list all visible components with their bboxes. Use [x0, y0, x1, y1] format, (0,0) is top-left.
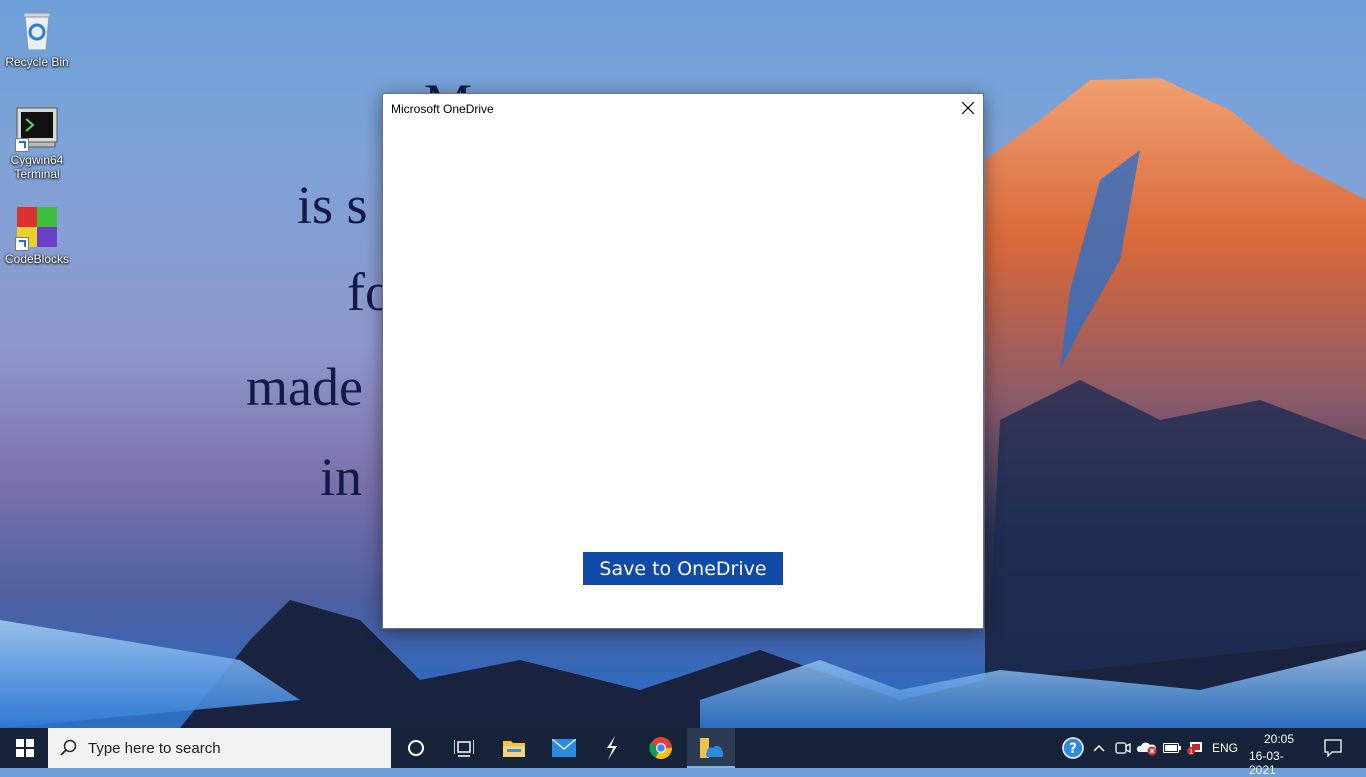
- onedrive-explorer-icon: [700, 738, 723, 758]
- tray-show-hidden-button[interactable]: [1090, 728, 1108, 768]
- close-button[interactable]: [953, 94, 983, 122]
- wallpaper-quote-4: made: [246, 357, 363, 417]
- desktop-icon-cygwin[interactable]: Cygwin64 Terminal: [0, 106, 74, 181]
- desktop-icon-recycle-bin[interactable]: Recycle Bin: [0, 8, 74, 69]
- wallpaper-quote-5: in: [320, 447, 363, 507]
- dialog-title: Microsoft OneDrive: [391, 102, 494, 116]
- start-button[interactable]: [0, 728, 48, 768]
- clock-date: 16-03-2021: [1249, 749, 1284, 777]
- onedrive-dialog: Microsoft OneDrive Save to OneDrive: [382, 93, 984, 629]
- codeblocks-label: CodeBlocks: [4, 252, 70, 266]
- shortcut-arrow-icon: [15, 138, 29, 152]
- file-explorer-button[interactable]: [490, 728, 538, 768]
- windows-logo-icon: [16, 739, 34, 757]
- chrome-icon: [649, 737, 672, 759]
- tray-help-icon[interactable]: ?: [1060, 728, 1086, 768]
- red-app-icon: 1: [1187, 742, 1202, 756]
- cortana-icon: [408, 740, 424, 756]
- recycle-bin-icon: [15, 8, 59, 52]
- action-center-button[interactable]: [1318, 728, 1348, 768]
- mail-button[interactable]: [540, 728, 588, 768]
- onedrive-error-icon: [1136, 742, 1157, 756]
- svg-text:1: 1: [1189, 748, 1193, 756]
- cortana-button[interactable]: [392, 728, 440, 768]
- mail-icon: [552, 739, 576, 757]
- taskbar-search-box[interactable]: Type here to search: [48, 728, 391, 768]
- search-icon: [60, 739, 77, 756]
- desktop-icon-codeblocks[interactable]: CodeBlocks: [0, 205, 74, 266]
- onedrive-explorer-button[interactable]: [687, 728, 735, 768]
- taskbar: Type here to search ? 1 ENG 20:05 16-03-…: [0, 728, 1366, 777]
- help-icon: ?: [1062, 737, 1084, 759]
- chrome-button[interactable]: [637, 728, 685, 768]
- clock-time: 20:05: [1264, 732, 1295, 746]
- wallpaper-quote-2: is s: [297, 175, 368, 235]
- file-explorer-icon: [503, 741, 525, 757]
- app-s-button[interactable]: [588, 728, 636, 768]
- battery-icon: [1163, 743, 1181, 753]
- tray-onedrive-icon[interactable]: [1136, 728, 1158, 768]
- tray-clock[interactable]: 20:05 16-03-2021: [1244, 728, 1308, 777]
- svg-text:?: ?: [1069, 741, 1077, 757]
- tray-battery-icon[interactable]: [1162, 728, 1182, 768]
- close-icon: [962, 102, 974, 114]
- app-s-icon: [607, 736, 617, 760]
- terminal-icon: [15, 106, 59, 152]
- task-view-icon: [454, 740, 474, 757]
- tray-language[interactable]: ENG: [1212, 741, 1238, 755]
- tray-notification-app-icon[interactable]: 1: [1185, 728, 1205, 768]
- search-placeholder: Type here to search: [88, 740, 221, 757]
- save-to-onedrive-button[interactable]: Save to OneDrive: [583, 552, 783, 585]
- chevron-up-icon: [1093, 744, 1105, 752]
- notification-icon: [1324, 739, 1342, 757]
- recycle-bin-label: Recycle Bin: [5, 55, 69, 69]
- tray-meet-now-icon[interactable]: [1114, 728, 1132, 768]
- codeblocks-icon: [15, 205, 59, 251]
- task-view-button[interactable]: [440, 728, 488, 768]
- shortcut-arrow-icon: [15, 237, 29, 251]
- cygwin-label: Cygwin64 Terminal: [10, 153, 64, 181]
- meet-now-icon: [1115, 742, 1131, 754]
